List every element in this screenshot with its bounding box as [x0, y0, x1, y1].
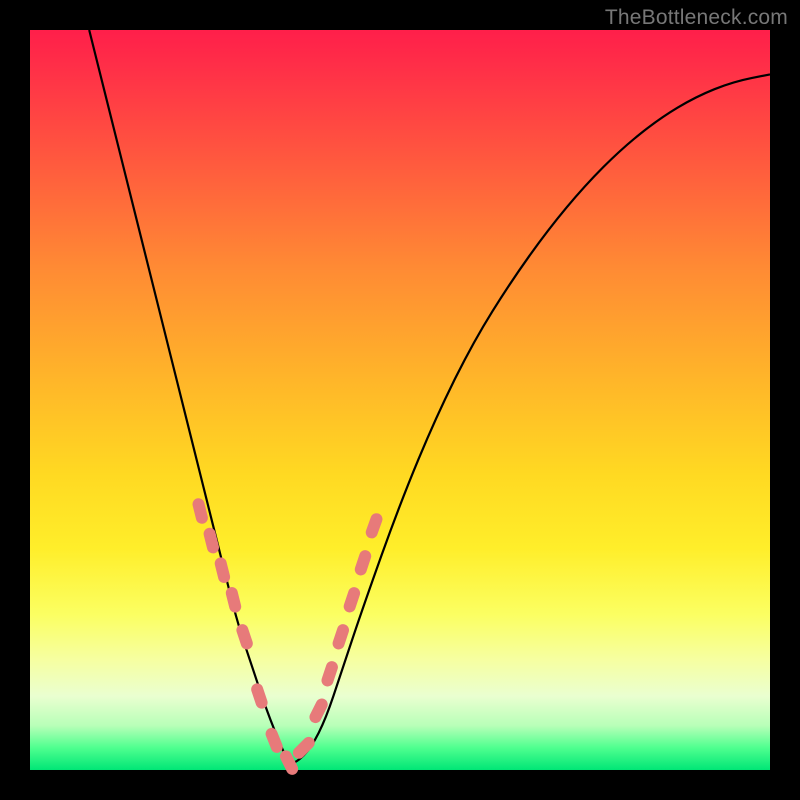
highlight-marker	[213, 556, 231, 584]
plot-area	[30, 30, 770, 770]
bottleneck-curve-path	[89, 30, 770, 763]
highlight-marker	[307, 696, 329, 725]
highlight-marker	[353, 549, 373, 577]
highlight-marker	[290, 734, 317, 761]
bottleneck-curve	[89, 30, 770, 763]
highlight-marker	[250, 682, 270, 710]
highlight-marker	[364, 512, 384, 541]
highlight-marker	[225, 586, 243, 614]
watermark-text: TheBottleneck.com	[605, 6, 788, 30]
outer-frame: TheBottleneck.com	[0, 0, 800, 800]
highlight-marker	[342, 586, 362, 614]
highlight-markers	[191, 497, 384, 777]
chart-svg	[30, 30, 770, 770]
highlight-marker	[235, 623, 255, 651]
highlight-marker	[331, 623, 351, 651]
highlight-marker	[264, 726, 285, 755]
